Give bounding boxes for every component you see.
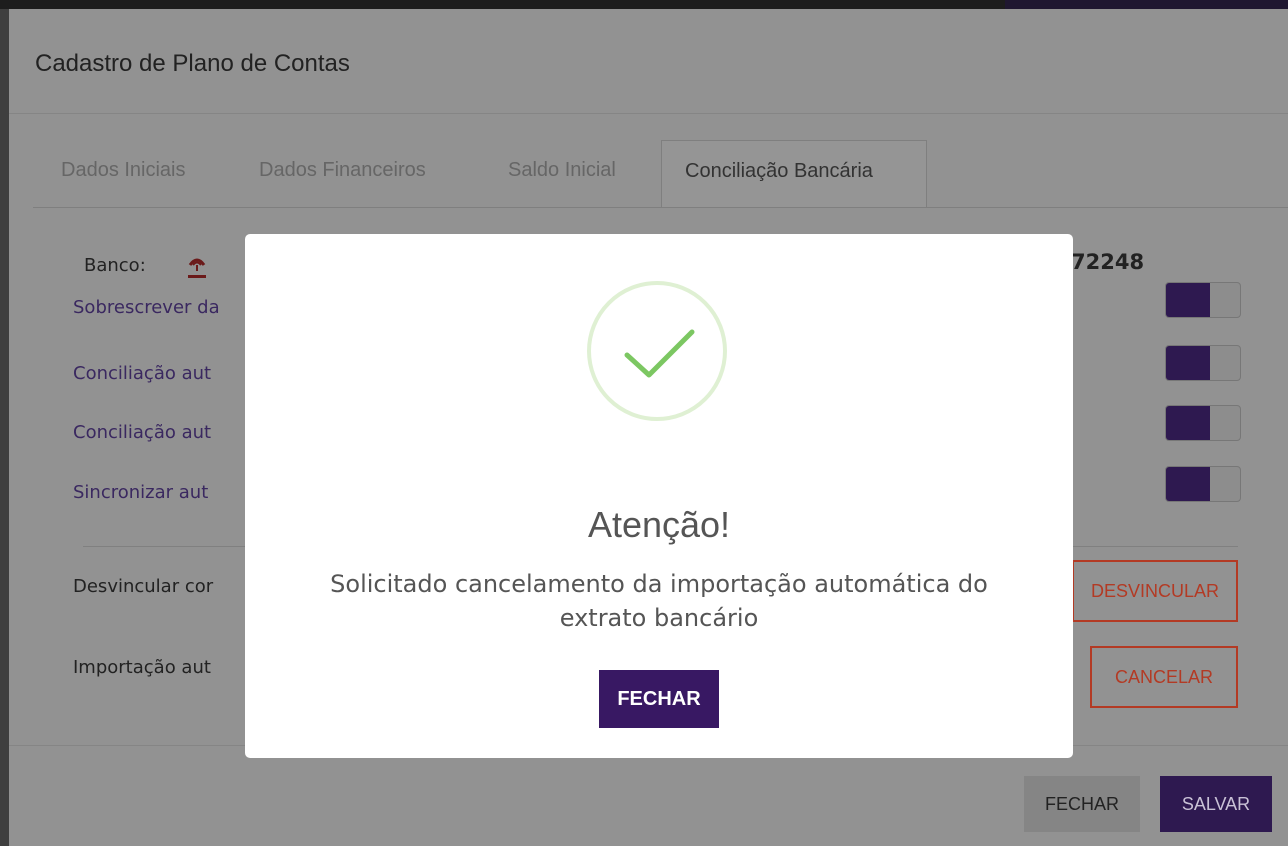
bank-account-number: 72248 <box>1071 250 1145 274</box>
tab-dados-iniciais[interactable]: Dados Iniciais <box>61 159 186 182</box>
toggle-on-indicator <box>1166 346 1210 380</box>
footer-close-button[interactable]: FECHAR <box>1024 776 1140 832</box>
toggle-on-indicator <box>1166 406 1210 440</box>
option-label-conciliacao-1: Conciliação aut <box>73 363 212 384</box>
modal-close-button[interactable]: FECHAR <box>599 670 719 728</box>
option-label-sobrescrever: Sobrescrever da <box>73 297 220 318</box>
importacao-label: Importação aut <box>73 657 211 678</box>
window-top-accent <box>1005 0 1288 9</box>
banco-label: Banco: <box>84 255 146 276</box>
toggle-conciliacao-2[interactable] <box>1165 405 1241 441</box>
tabs-divider <box>33 207 1288 208</box>
tab-conciliacao-bancaria[interactable]: Conciliação Bancária <box>661 140 927 208</box>
desvincular-button[interactable]: DESVINCULAR <box>1072 560 1238 622</box>
cancelar-button[interactable]: CANCELAR <box>1090 646 1238 708</box>
bank-logo-icon <box>185 253 209 281</box>
option-label-conciliacao-2: Conciliação aut <box>73 422 212 443</box>
toggle-sobrescrever[interactable] <box>1165 282 1241 318</box>
toggle-sincronizar[interactable] <box>1165 466 1241 502</box>
tab-dados-financeiros[interactable]: Dados Financeiros <box>259 159 426 182</box>
tab-saldo-inicial[interactable]: Saldo Inicial <box>508 159 616 182</box>
toggle-on-indicator <box>1166 467 1210 501</box>
footer-save-button[interactable]: SALVAR <box>1160 776 1272 832</box>
success-check-icon <box>587 281 727 421</box>
toggle-conciliacao-1[interactable] <box>1165 345 1241 381</box>
modal-title: Atenção! <box>587 504 731 545</box>
alert-modal: Atenção! Solicitado cancelamento da impo… <box>245 234 1073 758</box>
dialog-title: Cadastro de Plano de Contas <box>35 50 350 77</box>
title-divider <box>9 113 1288 114</box>
modal-message: Solicitado cancelamento da importação au… <box>330 570 988 632</box>
toggle-on-indicator <box>1166 283 1210 317</box>
option-label-sincronizar: Sincronizar aut <box>73 482 209 503</box>
desvincular-label: Desvincular cor <box>73 576 214 597</box>
